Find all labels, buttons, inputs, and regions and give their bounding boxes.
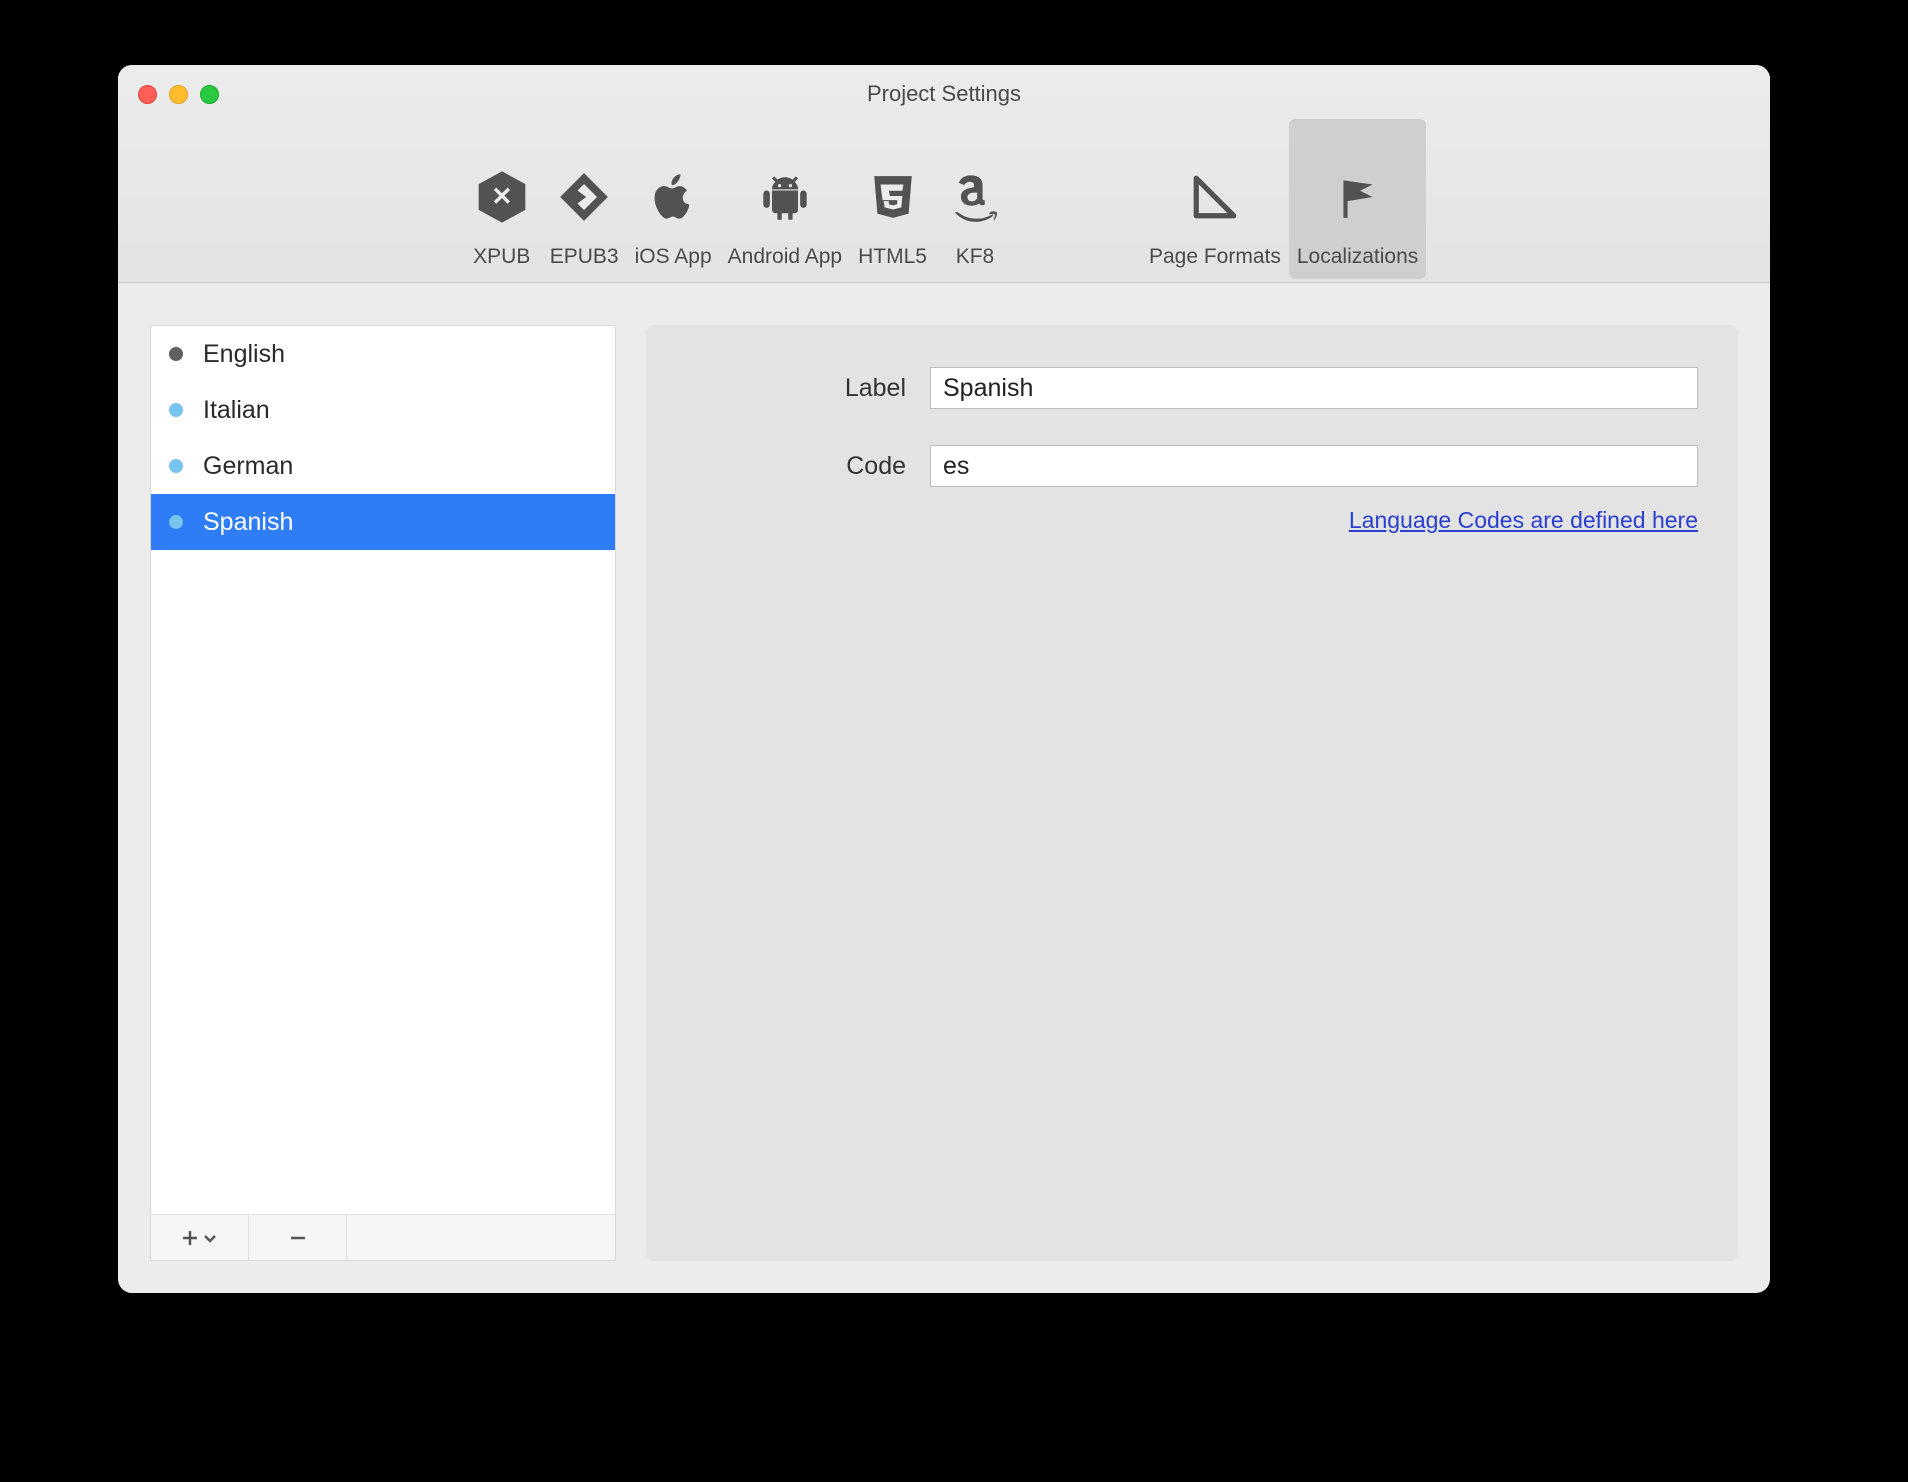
- add-language-button[interactable]: [151, 1215, 249, 1260]
- page-formats-icon: [1183, 165, 1247, 229]
- primary-language-dot-icon: [169, 347, 183, 361]
- toolbar-group-layout: Page Formats Localizations: [1141, 119, 1426, 279]
- toolbar-label: EPUB3: [550, 245, 619, 269]
- window-title: Project Settings: [118, 81, 1770, 107]
- language-name: English: [203, 340, 285, 369]
- label-input[interactable]: [930, 367, 1698, 409]
- toolbar-html5[interactable]: HTML5: [850, 119, 935, 279]
- project-settings-window: Project Settings ✕ XPUB EPUB3: [118, 65, 1770, 1293]
- code-caption: Code: [686, 452, 906, 481]
- code-row: Code: [686, 445, 1698, 487]
- html5-icon: [861, 165, 925, 229]
- toolbar-label: Android App: [728, 245, 842, 269]
- language-codes-link-row: Language Codes are defined here: [686, 507, 1698, 534]
- languages-sidebar: English Italian German Spanish: [150, 325, 616, 1261]
- apple-icon: [641, 165, 705, 229]
- svg-text:✕: ✕: [491, 183, 513, 211]
- label-row: Label: [686, 367, 1698, 409]
- toolbar-label: XPUB: [473, 245, 530, 269]
- toolbar-label: Page Formats: [1149, 245, 1281, 269]
- label-caption: Label: [686, 374, 906, 403]
- toolbar-android-app[interactable]: Android App: [720, 119, 850, 279]
- remove-language-button[interactable]: [249, 1215, 347, 1260]
- flag-icon: [1326, 165, 1390, 229]
- toolbar: ✕ XPUB EPUB3 iOS App: [118, 119, 1770, 279]
- language-dot-icon: [169, 515, 183, 529]
- language-name: Italian: [203, 396, 270, 425]
- language-codes-link[interactable]: Language Codes are defined here: [1349, 507, 1698, 534]
- titlebar: Project Settings ✕ XPUB EPUB3: [118, 65, 1770, 283]
- languages-list: English Italian German Spanish: [151, 326, 615, 1214]
- android-icon: [753, 165, 817, 229]
- code-input[interactable]: [930, 445, 1698, 487]
- content-area: English Italian German Spanish: [118, 283, 1770, 1293]
- language-dot-icon: [169, 459, 183, 473]
- toolbar-label: HTML5: [858, 245, 927, 269]
- language-name: Spanish: [203, 508, 293, 537]
- list-footer: [151, 1214, 615, 1260]
- toolbar-kf8[interactable]: KF8: [935, 119, 1015, 279]
- toolbar-label: Localizations: [1297, 245, 1418, 269]
- toolbar-label: iOS App: [635, 245, 712, 269]
- toolbar-label: KF8: [956, 245, 995, 269]
- toolbar-group-formats: ✕ XPUB EPUB3 iOS App: [462, 119, 1015, 279]
- toolbar-xpub[interactable]: ✕ XPUB: [462, 119, 542, 279]
- language-item-german[interactable]: German: [151, 438, 615, 494]
- toolbar-epub3[interactable]: EPUB3: [542, 119, 627, 279]
- language-item-spanish[interactable]: Spanish: [151, 494, 615, 550]
- toolbar-page-formats[interactable]: Page Formats: [1141, 119, 1289, 279]
- amazon-icon: [943, 165, 1007, 229]
- toolbar-localizations[interactable]: Localizations: [1289, 119, 1426, 279]
- language-name: German: [203, 452, 293, 481]
- xpub-icon: ✕: [470, 165, 534, 229]
- language-details-panel: Label Code Language Codes are defined he…: [646, 325, 1738, 1261]
- language-item-italian[interactable]: Italian: [151, 382, 615, 438]
- epub3-icon: [552, 165, 616, 229]
- language-item-english[interactable]: English: [151, 326, 615, 382]
- toolbar-ios-app[interactable]: iOS App: [627, 119, 720, 279]
- language-dot-icon: [169, 403, 183, 417]
